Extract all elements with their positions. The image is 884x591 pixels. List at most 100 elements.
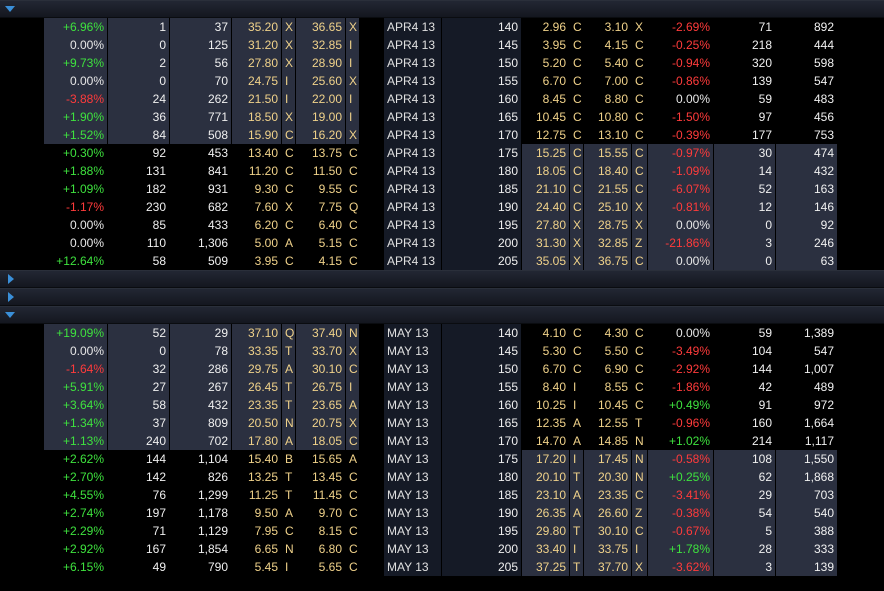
put-bid-exchange[interactable]: A bbox=[570, 486, 584, 504]
call-bid[interactable]: 15.40 bbox=[232, 450, 282, 468]
strike[interactable]: 145 bbox=[442, 342, 522, 360]
strike[interactable]: 190 bbox=[442, 504, 522, 522]
put-ask[interactable]: 8.80 bbox=[584, 90, 632, 108]
put-open-interest[interactable]: 1,117 bbox=[776, 432, 838, 450]
call-net-change[interactable]: 0.00% bbox=[44, 342, 108, 360]
call-net-change[interactable]: +6.15% bbox=[44, 558, 108, 576]
call-ask-exchange[interactable]: X bbox=[346, 18, 360, 36]
put-open-interest[interactable]: 753 bbox=[776, 126, 838, 144]
call-bid[interactable]: 29.75 bbox=[232, 360, 282, 378]
put-net-change[interactable]: -0.96% bbox=[648, 414, 714, 432]
expiration[interactable]: APR4 13 bbox=[384, 90, 442, 108]
call-ask-exchange[interactable]: I bbox=[346, 108, 360, 126]
strike[interactable]: 200 bbox=[442, 234, 522, 252]
put-ask-exchange[interactable]: C bbox=[632, 360, 648, 378]
put-net-change[interactable]: 0.00% bbox=[648, 90, 714, 108]
call-net-change[interactable]: -3.88% bbox=[44, 90, 108, 108]
option-chain-row[interactable]: 0.00% 110 1,306 5.00 A 5.15 C APR4 13 200 31.30 X 3… bbox=[0, 234, 884, 252]
put-ask[interactable]: 5.50 bbox=[584, 342, 632, 360]
put-ask[interactable]: 28.75 bbox=[584, 216, 632, 234]
expiration[interactable]: APR4 13 bbox=[384, 72, 442, 90]
expiration[interactable]: MAY 13 bbox=[384, 432, 442, 450]
call-bid[interactable]: 21.50 bbox=[232, 90, 282, 108]
put-net-change[interactable]: -0.67% bbox=[648, 522, 714, 540]
put-volume[interactable]: 160 bbox=[714, 414, 776, 432]
expiration[interactable]: MAY 13 bbox=[384, 378, 442, 396]
call-ask[interactable]: 11.45 bbox=[296, 486, 346, 504]
call-net-change[interactable]: -1.64% bbox=[44, 360, 108, 378]
put-bid-exchange[interactable]: C bbox=[570, 162, 584, 180]
put-open-interest[interactable]: 1,664 bbox=[776, 414, 838, 432]
put-bid-exchange[interactable]: A bbox=[570, 504, 584, 522]
put-ask-exchange[interactable]: C bbox=[632, 378, 648, 396]
put-volume[interactable]: 108 bbox=[714, 450, 776, 468]
call-volume[interactable]: 32 bbox=[108, 360, 170, 378]
strike[interactable]: 160 bbox=[442, 396, 522, 414]
call-open-interest[interactable]: 78 bbox=[170, 342, 232, 360]
put-ask-exchange[interactable]: C bbox=[632, 36, 648, 54]
put-ask-exchange[interactable]: C bbox=[632, 54, 648, 72]
strike[interactable]: 150 bbox=[442, 360, 522, 378]
call-open-interest[interactable]: 56 bbox=[170, 54, 232, 72]
option-chain-row[interactable]: +5.91% 27 267 26.45 T 26.75 I MAY 13 155 8.40 I 8.5… bbox=[0, 378, 884, 396]
call-ask-exchange[interactable]: I bbox=[346, 378, 360, 396]
put-net-change[interactable]: 0.00% bbox=[648, 324, 714, 342]
put-bid[interactable]: 12.75 bbox=[522, 126, 570, 144]
put-open-interest[interactable]: 1,007 bbox=[776, 360, 838, 378]
put-ask-exchange[interactable]: C bbox=[632, 108, 648, 126]
call-ask-exchange[interactable]: C bbox=[346, 468, 360, 486]
strike[interactable]: 165 bbox=[442, 414, 522, 432]
put-volume[interactable]: 52 bbox=[714, 180, 776, 198]
call-ask-exchange[interactable]: C bbox=[346, 558, 360, 576]
call-bid[interactable]: 27.80 bbox=[232, 54, 282, 72]
call-open-interest[interactable]: 1,306 bbox=[170, 234, 232, 252]
put-bid-exchange[interactable]: A bbox=[570, 414, 584, 432]
expiration[interactable]: APR4 13 bbox=[384, 36, 442, 54]
expiration[interactable]: APR4 13 bbox=[384, 108, 442, 126]
call-bid[interactable]: 5.45 bbox=[232, 558, 282, 576]
call-net-change[interactable]: 0.00% bbox=[44, 72, 108, 90]
strike[interactable]: 195 bbox=[442, 522, 522, 540]
call-ask[interactable]: 20.75 bbox=[296, 414, 346, 432]
call-volume[interactable]: 131 bbox=[108, 162, 170, 180]
call-volume[interactable]: 58 bbox=[108, 252, 170, 270]
put-volume[interactable]: 144 bbox=[714, 360, 776, 378]
put-net-change[interactable]: 0.00% bbox=[648, 216, 714, 234]
call-net-change[interactable]: +2.62% bbox=[44, 450, 108, 468]
call-volume[interactable]: 71 bbox=[108, 522, 170, 540]
put-bid[interactable]: 17.20 bbox=[522, 450, 570, 468]
put-volume[interactable]: 3 bbox=[714, 234, 776, 252]
option-chain-row[interactable]: +9.73% 2 56 27.80 X 28.90 I APR4 13 150 5.20 C 5.40… bbox=[0, 54, 884, 72]
put-bid[interactable]: 15.25 bbox=[522, 144, 570, 162]
call-bid[interactable]: 9.50 bbox=[232, 504, 282, 522]
call-ask[interactable]: 30.10 bbox=[296, 360, 346, 378]
call-open-interest[interactable]: 509 bbox=[170, 252, 232, 270]
put-volume[interactable]: 30 bbox=[714, 144, 776, 162]
put-ask[interactable]: 33.75 bbox=[584, 540, 632, 558]
expiration[interactable]: MAY 13 bbox=[384, 360, 442, 378]
call-open-interest[interactable]: 1,104 bbox=[170, 450, 232, 468]
call-bid[interactable]: 26.45 bbox=[232, 378, 282, 396]
put-bid[interactable]: 4.10 bbox=[522, 324, 570, 342]
call-volume[interactable]: 182 bbox=[108, 180, 170, 198]
strike[interactable]: 180 bbox=[442, 162, 522, 180]
call-bid[interactable]: 11.25 bbox=[232, 486, 282, 504]
strike[interactable]: 165 bbox=[442, 108, 522, 126]
option-chain-row[interactable]: +1.88% 131 841 11.20 C 11.50 C APR4 13 180 18.05 C… bbox=[0, 162, 884, 180]
call-bid[interactable]: 9.30 bbox=[232, 180, 282, 198]
put-ask-exchange[interactable]: X bbox=[632, 18, 648, 36]
call-bid-exchange[interactable]: C bbox=[282, 180, 296, 198]
put-ask-exchange[interactable]: C bbox=[632, 324, 648, 342]
call-net-change[interactable]: +3.64% bbox=[44, 396, 108, 414]
call-open-interest[interactable]: 508 bbox=[170, 126, 232, 144]
call-ask-exchange[interactable]: N bbox=[346, 324, 360, 342]
put-ask-exchange[interactable]: C bbox=[632, 126, 648, 144]
put-volume[interactable]: 71 bbox=[714, 18, 776, 36]
call-ask-exchange[interactable]: I bbox=[346, 54, 360, 72]
call-volume[interactable]: 142 bbox=[108, 468, 170, 486]
put-bid-exchange[interactable]: C bbox=[570, 126, 584, 144]
put-ask-exchange[interactable]: T bbox=[632, 414, 648, 432]
put-open-interest[interactable]: 139 bbox=[776, 558, 838, 576]
call-bid-exchange[interactable]: I bbox=[282, 90, 296, 108]
put-ask-exchange[interactable]: C bbox=[632, 162, 648, 180]
